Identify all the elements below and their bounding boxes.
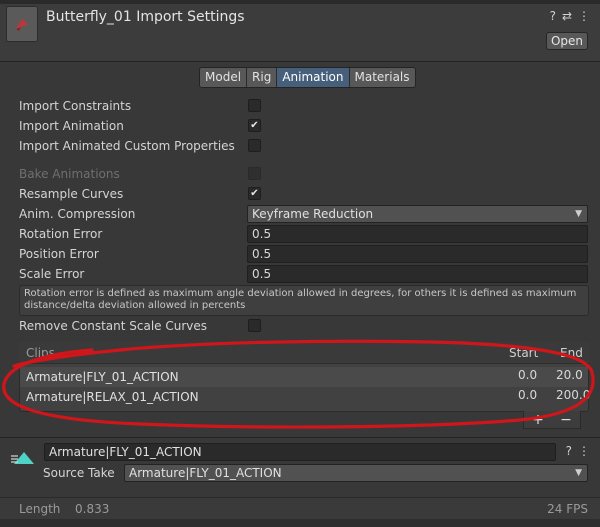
clip-start: 0.0 xyxy=(518,388,538,402)
checkmark-icon: ✔ xyxy=(250,187,259,199)
chevron-down-icon: ▼ xyxy=(575,209,582,219)
import-custom-properties-label: Import Animated Custom Properties xyxy=(19,139,235,153)
rotation-error-label: Rotation Error xyxy=(19,227,103,241)
bake-animations-label: Bake Animations xyxy=(19,167,120,181)
remove-clip-button[interactable]: − xyxy=(560,412,572,428)
import-constraints-label: Import Constraints xyxy=(19,99,132,113)
clips-end-header: End xyxy=(560,346,583,360)
length-value: 0.833 xyxy=(75,502,110,516)
tab-rig[interactable]: Rig xyxy=(247,68,278,87)
help-icon[interactable]: ? xyxy=(550,9,556,23)
importer-tabs: Model Rig Animation Materials xyxy=(199,67,416,88)
add-clip-button[interactable]: + xyxy=(532,412,544,428)
chevron-down-icon: ▼ xyxy=(575,468,582,478)
clip-editor-separator xyxy=(0,437,600,438)
anim-compression-dropdown[interactable]: Keyframe Reduction ▼ xyxy=(247,205,588,223)
source-take-value: Armature|FLY_01_ACTION xyxy=(129,466,282,480)
resample-curves-checkbox[interactable]: ✔ xyxy=(248,187,261,200)
remove-constant-scale-checkbox[interactable] xyxy=(248,319,261,332)
position-error-label: Position Error xyxy=(19,247,99,261)
animation-clip-icon xyxy=(11,452,34,464)
resample-curves-label: Resample Curves xyxy=(19,187,124,201)
scale-error-label: Scale Error xyxy=(19,267,85,281)
tab-model[interactable]: Model xyxy=(200,68,248,87)
import-animation-label: Import Animation xyxy=(19,119,124,133)
preset-icon[interactable]: ⇄ xyxy=(562,9,572,23)
anim-compression-value: Keyframe Reduction xyxy=(252,207,374,221)
inspector-title: Butterfly_01 Import Settings xyxy=(46,9,245,25)
compression-help-box: Rotation error is defined as maximum ang… xyxy=(19,285,589,316)
source-take-dropdown[interactable]: Armature|FLY_01_ACTION ▼ xyxy=(124,464,588,482)
timeline-ruler[interactable] xyxy=(0,519,600,527)
open-button[interactable]: Open xyxy=(546,32,588,50)
checkmark-icon: ✔ xyxy=(250,119,259,131)
asset-icon xyxy=(6,6,38,42)
rotation-error-field[interactable]: 0.5 xyxy=(247,225,588,243)
clip-name: Armature|FLY_01_ACTION xyxy=(26,370,179,384)
help-icon[interactable]: ? xyxy=(566,444,572,458)
clip-editor-icons: ? ⋮ xyxy=(566,444,590,458)
clips-start-header: Start xyxy=(509,346,539,360)
fps-label: 24 FPS xyxy=(547,502,588,516)
bake-animations-checkbox xyxy=(248,167,261,180)
header-icons: ? ⇄ ⋮ xyxy=(550,9,590,23)
scale-error-field[interactable]: 0.5 xyxy=(247,265,588,283)
anim-compression-label: Anim. Compression xyxy=(19,207,136,221)
clip-start: 0.0 xyxy=(518,368,538,382)
clips-header xyxy=(19,342,589,364)
clip-end: 20.0 xyxy=(556,368,583,382)
length-label: Length xyxy=(19,502,61,516)
remove-constant-scale-label: Remove Constant Scale Curves xyxy=(19,319,208,333)
tab-animation[interactable]: Animation xyxy=(277,68,350,87)
menu-icon[interactable]: ⋮ xyxy=(578,444,590,458)
clip-name-field[interactable]: Armature|FLY_01_ACTION xyxy=(44,443,556,461)
position-error-field[interactable]: 0.5 xyxy=(247,245,588,263)
clip-end: 200.0 xyxy=(556,388,591,402)
import-custom-properties-checkbox[interactable] xyxy=(248,139,261,152)
butterfly-asset-icon xyxy=(16,19,28,31)
clip-name: Armature|RELAX_01_ACTION xyxy=(26,390,199,404)
source-take-label: Source Take xyxy=(43,466,115,480)
tab-materials[interactable]: Materials xyxy=(349,68,415,87)
import-constraints-checkbox[interactable] xyxy=(248,99,261,112)
menu-icon[interactable]: ⋮ xyxy=(578,9,590,23)
header-top-border xyxy=(0,0,600,4)
clips-header-label: Clips xyxy=(26,346,55,360)
clips-footer: + − xyxy=(523,411,581,429)
import-animation-checkbox[interactable]: ✔ xyxy=(248,119,261,132)
